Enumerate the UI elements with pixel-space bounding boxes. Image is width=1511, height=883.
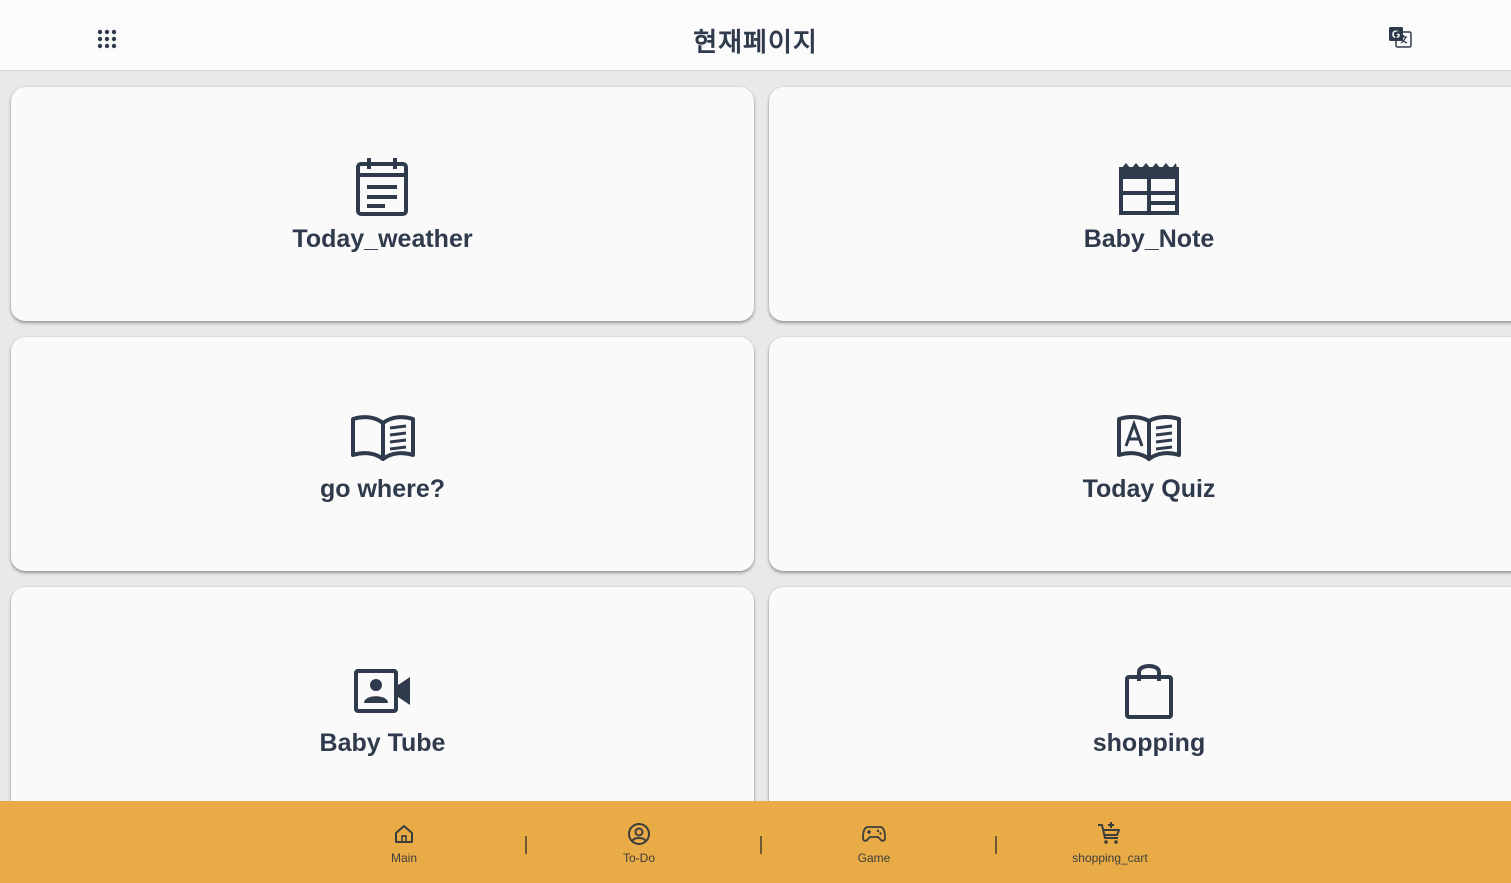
card-label: Baby_Note — [1083, 224, 1215, 253]
nav-shopping-cart[interactable]: shopping_cart — [1050, 821, 1170, 865]
book-a-icon — [1117, 414, 1181, 461]
bottom-navigation: Main To-Do Game shopping_cart — [0, 801, 1511, 883]
nav-divider — [760, 836, 762, 854]
card-label: Today Quiz — [1082, 474, 1216, 503]
nav-todo[interactable]: To-Do — [579, 821, 699, 865]
card-label: Today_weather — [292, 224, 473, 253]
nav-divider — [525, 836, 527, 854]
nav-game[interactable]: Game — [814, 821, 934, 865]
shopping-bag-icon — [1125, 664, 1173, 719]
calendar-table-icon — [1119, 162, 1179, 215]
nav-label: Game — [857, 851, 891, 865]
translate-icon: G — [1389, 27, 1412, 48]
card-today-weather[interactable]: Today_weather — [11, 87, 754, 321]
calendar-note-icon — [355, 157, 408, 216]
nav-main[interactable]: Main — [344, 821, 464, 865]
feature-grid: Today_weather Baby_Note go where? Today … — [0, 71, 1511, 821]
top-bar: 현재페이지 G — [0, 0, 1511, 71]
nav-label: To-Do — [622, 851, 655, 865]
video-camera-icon — [353, 669, 410, 713]
card-baby-note[interactable]: Baby_Note — [769, 87, 1511, 321]
nav-label: Main — [390, 851, 417, 865]
card-today-quiz[interactable]: Today Quiz — [769, 337, 1511, 571]
gamepad-icon — [862, 826, 886, 842]
nav-label: shopping_cart — [1072, 851, 1148, 865]
card-label: go where? — [319, 474, 445, 503]
card-label: Baby Tube — [319, 729, 446, 757]
home-icon — [395, 825, 413, 843]
user-circle-icon — [628, 823, 650, 845]
open-book-icon — [350, 414, 415, 461]
page-title: 현재페이지 — [693, 28, 818, 58]
nav-divider — [995, 836, 997, 854]
card-baby-tube[interactable]: Baby Tube — [11, 587, 754, 821]
card-shopping[interactable]: shopping — [769, 587, 1511, 821]
card-go-where[interactable]: go where? — [11, 337, 754, 571]
cart-add-icon — [1098, 822, 1120, 844]
card-label: shopping — [1092, 729, 1206, 757]
translate-button[interactable]: G — [1386, 24, 1414, 50]
